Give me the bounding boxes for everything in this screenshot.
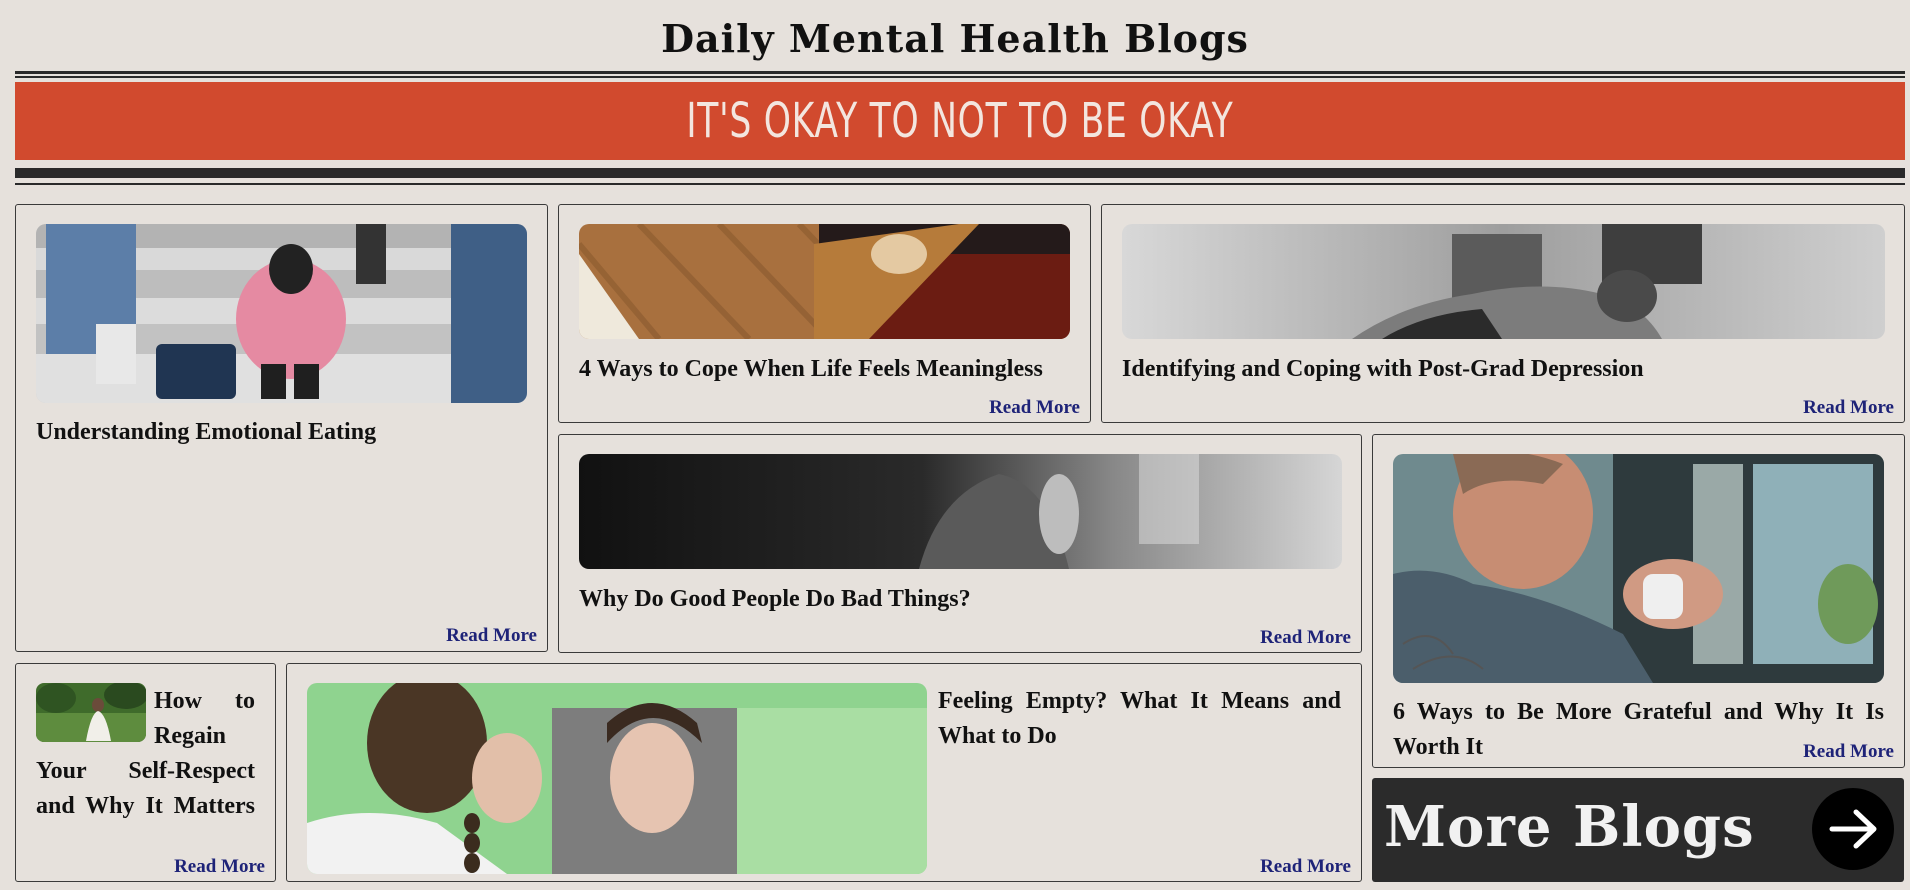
blog-card: Feeling Empty? What It Means and What to…: [286, 663, 1362, 882]
read-more-link[interactable]: Read More: [1260, 856, 1351, 878]
blog-card-image[interactable]: [579, 224, 1070, 339]
blog-card-image[interactable]: [307, 683, 927, 874]
read-more-link[interactable]: Read More: [1803, 741, 1894, 763]
read-more-link[interactable]: Read More: [1803, 397, 1894, 419]
arrow-right-icon[interactable]: [1812, 788, 1894, 870]
page: Daily Mental Health Blogs It's okay to n…: [0, 0, 1910, 890]
blog-card-title[interactable]: How to Regain Your Self-Respect and Why …: [36, 684, 255, 824]
banner-text: It's okay to not to be okay: [686, 93, 1234, 149]
read-more-link[interactable]: Read More: [446, 625, 537, 647]
read-more-link[interactable]: Read More: [1260, 627, 1351, 649]
blog-card-title[interactable]: Identifying and Coping with Post-Grad De…: [1122, 352, 1885, 387]
tagline-banner: It's okay to not to be okay: [15, 82, 1905, 160]
blog-card: 6 Ways to Be More Grateful and Why It Is…: [1372, 434, 1905, 768]
blog-card: How to Regain Your Self-Respect and Why …: [15, 663, 276, 882]
blog-card-title[interactable]: Understanding Emotional Eating: [36, 415, 527, 450]
read-more-link[interactable]: Read More: [174, 856, 265, 878]
read-more-link[interactable]: Read More: [989, 397, 1080, 419]
blog-card: Identifying and Coping with Post-Grad De…: [1101, 204, 1905, 423]
banner-divider: [15, 168, 1905, 178]
site-title: Daily Mental Health Blogs: [661, 16, 1249, 61]
blog-card-image[interactable]: [579, 454, 1342, 569]
blog-card-title[interactable]: Feeling Empty? What It Means and What to…: [938, 684, 1341, 754]
blog-card: 4 Ways to Cope When Life Feels Meaningle…: [558, 204, 1091, 423]
blog-card: Why Do Good People Do Bad Things? Read M…: [558, 434, 1362, 653]
banner-divider-thin: [15, 183, 1905, 185]
header-divider-thin: [15, 76, 1905, 78]
more-blogs-label: More Blogs: [1384, 794, 1755, 860]
blog-card-image[interactable]: [1393, 454, 1884, 683]
blog-card-title[interactable]: 4 Ways to Cope When Life Feels Meaningle…: [579, 352, 1070, 387]
header-divider: [15, 71, 1905, 74]
more-blogs-button[interactable]: More Blogs: [1372, 778, 1904, 882]
blog-card-image[interactable]: [36, 224, 527, 403]
blog-card-image[interactable]: [1122, 224, 1885, 339]
blog-card-title[interactable]: Why Do Good People Do Bad Things?: [579, 582, 1342, 617]
blog-card: Understanding Emotional Eating Read More: [15, 204, 548, 652]
